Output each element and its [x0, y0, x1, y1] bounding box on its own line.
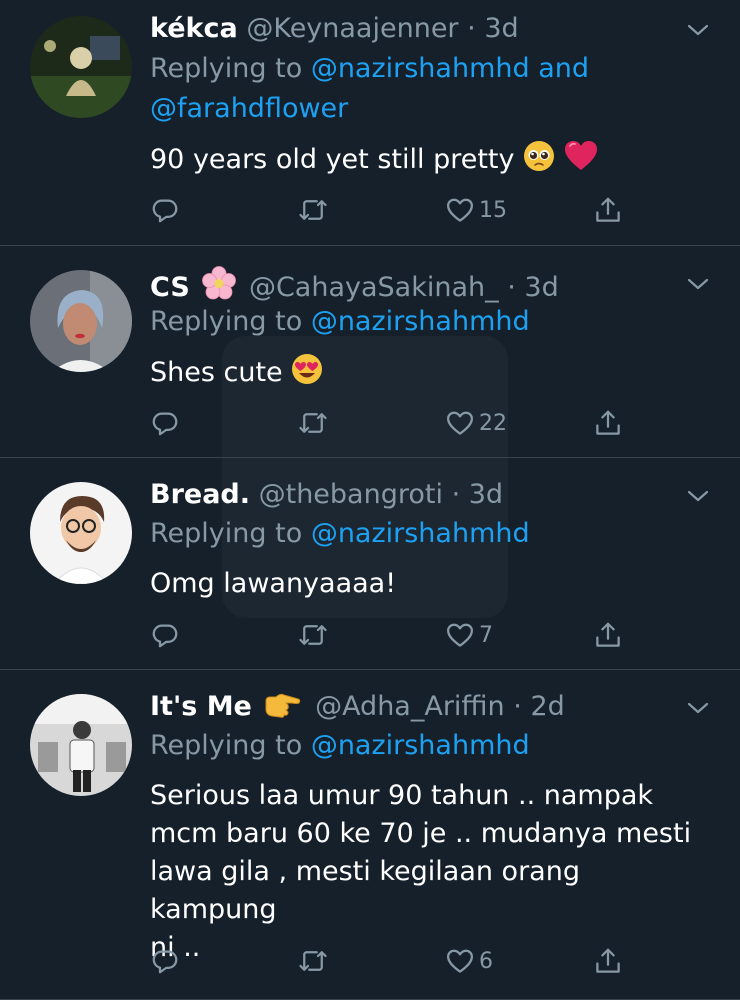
tweet-header: CS @CahayaSakinah_ · 3d: [150, 266, 559, 305]
user-handle[interactable]: @Adha_Ariffin: [315, 691, 505, 722]
pointing-hand-emoji-icon: [265, 693, 301, 718]
retweet-button[interactable]: [298, 195, 328, 225]
mention-joiner: and: [529, 53, 590, 84]
reply-button[interactable]: [150, 408, 180, 438]
replying-to-label: Replying to: [150, 306, 311, 337]
tweet-text-line: mcm baru 60 ke 70 je .. mudanya mesti: [150, 818, 692, 849]
retweet-button[interactable]: [298, 946, 328, 976]
retweet-icon: [299, 200, 327, 220]
like-count: 7: [479, 622, 493, 648]
reply-icon: [152, 624, 178, 648]
tweet-text: Omg lawanyaaaa!: [150, 565, 710, 603]
avatar[interactable]: [30, 482, 132, 584]
share-icon: [596, 948, 620, 973]
tweet-text: Serious laa umur 90 tahun .. nampak mcm …: [150, 777, 710, 967]
separator-dot: ·: [513, 691, 522, 722]
timestamp[interactable]: 2d: [530, 691, 564, 722]
user-handle[interactable]: @Keynaajenner: [246, 13, 458, 44]
like-icon: [447, 411, 473, 435]
retweet-icon: [299, 413, 327, 433]
mention-link[interactable]: @nazirshahmhd: [311, 53, 530, 84]
like-count: 6: [479, 948, 493, 974]
share-button[interactable]: [593, 946, 623, 976]
display-name[interactable]: CS: [150, 272, 190, 303]
chevron-down-icon[interactable]: [686, 696, 710, 720]
replying-to: Replying to @nazirshahmhd: [150, 726, 710, 766]
reply-icon: [152, 950, 178, 974]
tweet-header: kékca @Keynaajenner · 3d: [150, 12, 519, 46]
tweet-text: Shes cute: [150, 353, 710, 392]
tweet-text: 90 years old yet still pretty: [150, 140, 710, 179]
chevron-down-icon[interactable]: [686, 272, 710, 296]
reply-button[interactable]: [150, 946, 180, 976]
replying-to: Replying to @nazirshahmhd and @farahdflo…: [150, 49, 710, 129]
display-name[interactable]: kékca: [150, 13, 238, 44]
like-count: 22: [479, 410, 507, 436]
reply-icon: [152, 412, 178, 436]
retweet-icon: [299, 625, 327, 645]
user-handle[interactable]: @CahayaSakinah_: [249, 272, 499, 303]
red-heart-emoji-icon: [564, 141, 597, 170]
display-name[interactable]: Bread.: [150, 479, 250, 510]
heart-eyes-emoji-icon: [292, 354, 323, 384]
mention-link[interactable]: @nazirshahmhd: [311, 730, 530, 761]
reply-button[interactable]: [150, 620, 180, 650]
avatar[interactable]: [30, 16, 132, 118]
tweet-text-content: 90 years old yet still pretty: [150, 144, 515, 175]
tweet-text-content: Omg lawanyaaaa!: [150, 568, 397, 599]
tweet-header: It's Me @Adha_Ariffin · 2d: [150, 690, 565, 724]
tweet-text-content: Shes cute: [150, 357, 283, 388]
chevron-down-icon[interactable]: [686, 484, 710, 508]
separator-dot: ·: [507, 272, 516, 303]
timestamp[interactable]: 3d: [484, 13, 518, 44]
like-icon: [447, 949, 473, 973]
replying-to-label: Replying to: [150, 518, 311, 549]
tweet[interactable]: It's Me @Adha_Ariffin · 2d Replying to @…: [0, 670, 740, 1000]
share-button[interactable]: [593, 195, 623, 225]
share-icon: [596, 197, 620, 222]
like-button[interactable]: 7: [445, 620, 493, 650]
tweet[interactable]: Bread. @thebangroti · 3d Replying to @na…: [0, 458, 740, 670]
display-name[interactable]: It's Me: [150, 691, 252, 722]
tweet[interactable]: kékca @Keynaajenner · 3d Replying to @na…: [0, 0, 740, 246]
mention-link[interactable]: @farahdflower: [150, 93, 348, 124]
like-button[interactable]: 6: [445, 946, 493, 976]
like-count: 15: [479, 197, 507, 223]
timestamp[interactable]: 3d: [469, 479, 503, 510]
avatar[interactable]: [30, 270, 132, 372]
mention-link[interactable]: @nazirshahmhd: [311, 306, 530, 337]
replying-to: Replying to @nazirshahmhd: [150, 514, 710, 554]
like-icon: [447, 198, 473, 222]
replying-to-label: Replying to: [150, 53, 311, 84]
replying-to-label: Replying to: [150, 730, 311, 761]
tweet[interactable]: CS @CahayaSakinah_ · 3d Replying to @naz…: [0, 246, 740, 458]
replying-to: Replying to @nazirshahmhd: [150, 302, 710, 342]
avatar[interactable]: [30, 694, 132, 796]
tweet-text-line: ni ..: [150, 932, 201, 963]
tweet-header: Bread. @thebangroti · 3d: [150, 478, 503, 512]
separator-dot: ·: [451, 479, 461, 510]
like-icon: [447, 623, 473, 647]
tweet-text-line: lawa gila , mesti kegilaan orang kampung: [150, 856, 580, 925]
share-button[interactable]: [593, 620, 623, 650]
reply-icon: [152, 199, 178, 223]
tweet-text-line: Serious laa umur 90 tahun .. nampak: [150, 780, 654, 811]
mention-link[interactable]: @nazirshahmhd: [311, 518, 530, 549]
retweet-button[interactable]: [298, 408, 328, 438]
timestamp[interactable]: 3d: [524, 272, 558, 303]
user-handle[interactable]: @thebangroti: [259, 479, 443, 510]
chevron-down-icon[interactable]: [686, 18, 710, 42]
reply-button[interactable]: [150, 195, 180, 225]
retweet-button[interactable]: [298, 620, 328, 650]
like-button[interactable]: 15: [445, 195, 507, 225]
pleading-face-emoji-icon: [524, 141, 555, 171]
share-icon: [596, 410, 620, 435]
separator-dot: ·: [467, 13, 476, 44]
share-icon: [596, 622, 620, 647]
cherry-blossom-emoji-icon: [202, 266, 237, 300]
retweet-icon: [299, 951, 327, 971]
share-button[interactable]: [593, 408, 623, 438]
like-button[interactable]: 22: [445, 408, 507, 438]
